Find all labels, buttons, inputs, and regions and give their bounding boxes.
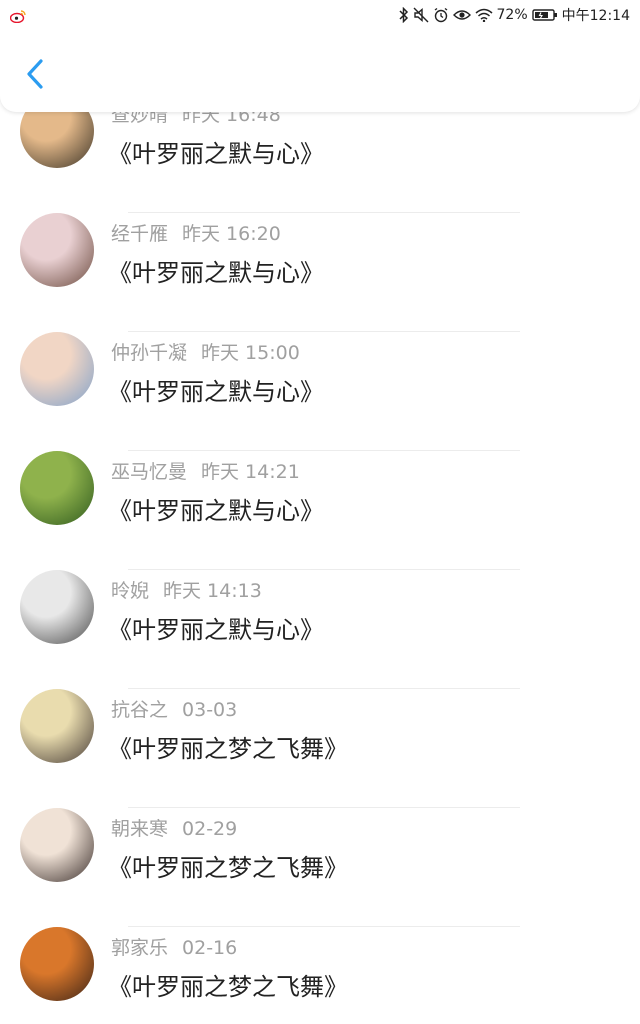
item-title[interactable]: 《叶罗丽之梦之飞舞》 — [108, 729, 348, 764]
status-left — [9, 8, 26, 24]
list-item[interactable]: 抗谷之 03-03 《叶罗丽之梦之飞舞》 — [0, 689, 640, 808]
back-button[interactable] — [18, 56, 52, 96]
avatar[interactable] — [20, 213, 94, 287]
list-item[interactable]: 朝来寒 02-29 《叶罗丽之梦之飞舞》 — [0, 808, 640, 927]
clock: 中午12:14 — [561, 8, 630, 24]
timestamp: 昨天 16:20 — [182, 223, 281, 245]
avatar[interactable] — [20, 808, 94, 882]
timestamp: 昨天 14:13 — [163, 580, 262, 602]
wifi-icon — [475, 8, 493, 22]
page: 72% 中午12:14 查妙晴 昨天 16:48 《叶罗丽之默与心》 经千雁 昨天 16… — [0, 0, 640, 1024]
message-list: 查妙晴 昨天 16:48 《叶罗丽之默与心》 经千雁 昨天 16:20 《叶罗丽之默与心》… — [0, 94, 640, 1024]
avatar[interactable] — [20, 570, 94, 644]
avatar[interactable] — [20, 451, 94, 525]
list-item[interactable]: 郭家乐 02-16 《叶罗丽之梦之飞舞》 — [0, 927, 640, 1024]
timestamp: 02-29 — [182, 818, 238, 840]
user-name[interactable]: 抗谷之 — [111, 699, 168, 721]
alarm-icon — [433, 7, 449, 23]
item-title[interactable]: 《叶罗丽之默与心》 — [108, 253, 324, 288]
user-name[interactable]: 经千雁 — [111, 223, 168, 245]
item-title[interactable]: 《叶罗丽之默与心》 — [108, 372, 324, 407]
header-bar — [0, 30, 640, 112]
status-right: 72% 中午12:14 — [398, 5, 630, 25]
user-name[interactable]: 朝来寒 — [111, 818, 168, 840]
user-name[interactable]: 昤婗 — [111, 580, 149, 602]
item-meta: 经千雁 昨天 16:20 — [111, 219, 281, 246]
list-item[interactable]: 仲孙千凝 昨天 15:00 《叶罗丽之默与心》 — [0, 332, 640, 451]
item-meta: 朝来寒 02-29 — [111, 814, 237, 841]
eye-icon — [452, 8, 471, 22]
item-title[interactable]: 《叶罗丽之默与心》 — [108, 491, 324, 526]
item-meta: 昤婗 昨天 14:13 — [111, 576, 262, 603]
mute-icon — [413, 7, 429, 23]
user-name[interactable]: 仲孙千凝 — [111, 342, 187, 364]
timestamp: 02-16 — [182, 937, 238, 959]
avatar[interactable] — [20, 332, 94, 406]
list-item[interactable]: 经千雁 昨天 16:20 《叶罗丽之默与心》 — [0, 213, 640, 332]
weibo-icon — [9, 8, 26, 24]
list-item[interactable]: 巫马忆曼 昨天 14:21 《叶罗丽之默与心》 — [0, 451, 640, 570]
bluetooth-icon — [398, 7, 409, 23]
item-meta: 巫马忆曼 昨天 14:21 — [111, 457, 300, 484]
item-title[interactable]: 《叶罗丽之梦之飞舞》 — [108, 967, 348, 1002]
item-title[interactable]: 《叶罗丽之默与心》 — [108, 610, 324, 645]
battery-icon — [531, 8, 558, 22]
user-name[interactable]: 巫马忆曼 — [111, 461, 187, 483]
item-meta: 仲孙千凝 昨天 15:00 — [111, 338, 300, 365]
status-bar: 72% 中午12:14 — [0, 0, 640, 30]
timestamp: 03-03 — [182, 699, 238, 721]
timestamp: 昨天 14:21 — [201, 461, 300, 483]
timestamp: 昨天 15:00 — [201, 342, 300, 364]
item-meta: 抗谷之 03-03 — [111, 695, 237, 722]
item-title[interactable]: 《叶罗丽之默与心》 — [108, 134, 324, 169]
list-item[interactable]: 昤婗 昨天 14:13 《叶罗丽之默与心》 — [0, 570, 640, 689]
item-title[interactable]: 《叶罗丽之梦之飞舞》 — [108, 848, 348, 883]
avatar[interactable] — [20, 927, 94, 1001]
battery-percent: 72% — [496, 7, 528, 23]
chevron-left-icon — [25, 58, 45, 94]
avatar[interactable] — [20, 689, 94, 763]
user-name[interactable]: 郭家乐 — [111, 937, 168, 959]
item-meta: 郭家乐 02-16 — [111, 933, 237, 960]
